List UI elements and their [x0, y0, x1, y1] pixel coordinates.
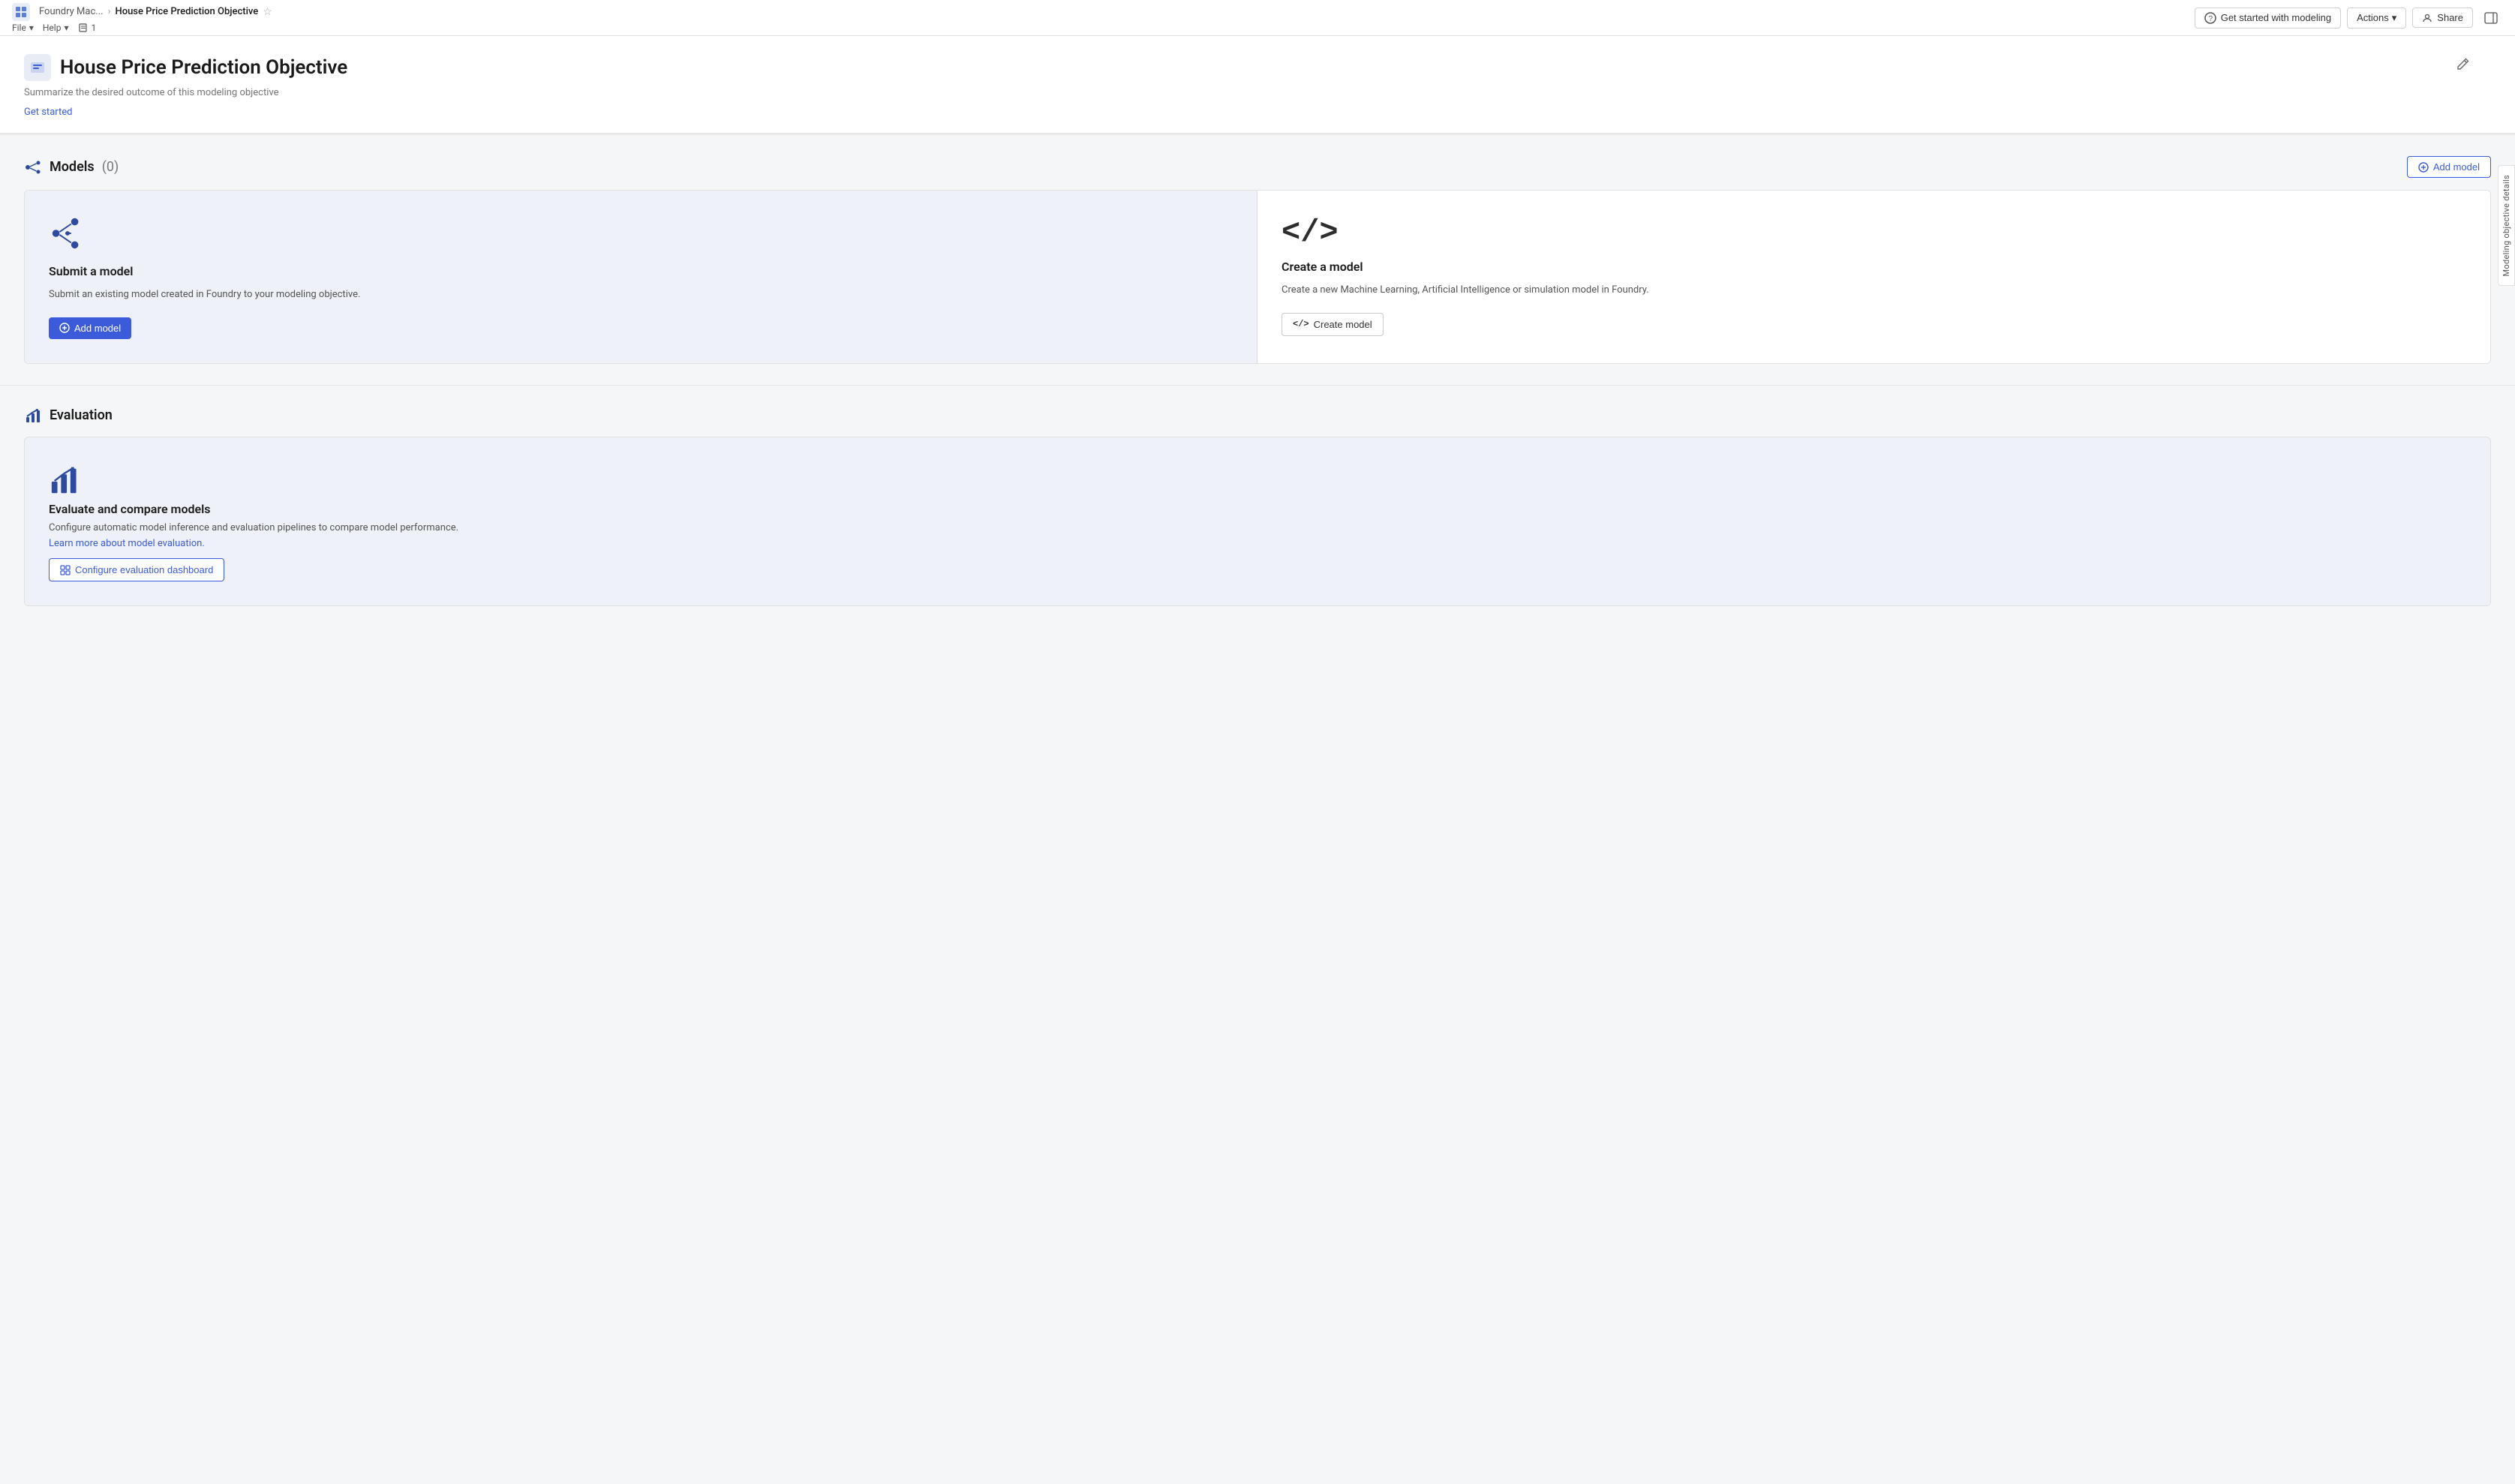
page-header: House Price Prediction Objective Summari… — [0, 36, 2515, 135]
models-section-header: Models (0) Add model — [24, 156, 2491, 178]
submit-model-title: Submit a model — [49, 264, 1233, 278]
top-bar: Foundry Mac... › House Price Prediction … — [0, 0, 2515, 36]
get-started-link[interactable]: Get started — [24, 107, 72, 118]
file-chevron-icon: ▾ — [29, 23, 34, 33]
panel-icon — [2484, 11, 2498, 25]
eval-card-title: Evaluate and compare models — [49, 502, 2466, 516]
create-model-icon: </> — [1282, 215, 2466, 251]
plus-circle-icon — [2418, 162, 2429, 173]
side-panel-tab-label: Modeling objective details — [2501, 175, 2511, 276]
submit-model-desc: Submit an existing model created in Foun… — [49, 287, 1233, 302]
pencil-icon — [2456, 57, 2470, 71]
configure-dashboard-button[interactable]: Configure evaluation dashboard — [49, 558, 224, 581]
code-tag-icon: </> — [1282, 215, 1339, 251]
panel-toggle-button[interactable] — [2479, 6, 2503, 30]
create-model-title: Create a model — [1282, 260, 2466, 274]
version-badge[interactable]: 1 — [78, 23, 97, 33]
evaluation-section-header: Evaluation — [24, 407, 2491, 425]
evaluation-icon — [24, 407, 42, 425]
add-icon — [59, 323, 70, 333]
configure-icon — [60, 565, 71, 575]
evaluation-title: Evaluation — [24, 407, 113, 425]
create-model-desc: Create a new Machine Learning, Artificia… — [1282, 283, 2466, 298]
evaluation-card: Evaluate and compare models Configure au… — [24, 437, 2491, 607]
question-circle-icon: ? — [2204, 12, 2216, 24]
pages-icon — [78, 23, 89, 33]
get-started-button[interactable]: ? Get started with modeling — [2195, 8, 2341, 29]
models-cards: Submit a model Submit an existing model … — [24, 190, 2491, 364]
breadcrumb-current: House Price Prediction Objective — [115, 6, 258, 17]
sub-bar: File ▾ Help ▾ 1 — [12, 23, 272, 33]
page-title: House Price Prediction Objective — [60, 56, 347, 79]
side-panel-tab[interactable]: Modeling objective details — [2498, 165, 2515, 286]
breadcrumb-separator: › — [108, 6, 111, 17]
svg-text:?: ? — [2208, 15, 2213, 23]
add-model-header-button[interactable]: Add model — [2407, 156, 2491, 178]
evaluation-section: Evaluation Evaluate and compare models C… — [0, 385, 2515, 628]
top-bar-right: ? Get started with modeling Actions ▾ Sh… — [2195, 6, 2503, 30]
create-code-icon: </> — [1293, 319, 1309, 329]
breadcrumb: Foundry Mac... › House Price Prediction … — [12, 3, 272, 21]
share-user-icon — [2422, 13, 2432, 23]
models-count: (0) — [102, 159, 119, 175]
star-icon[interactable]: ☆ — [263, 6, 272, 18]
help-menu[interactable]: Help ▾ — [43, 23, 69, 33]
models-title: Models (0) — [24, 158, 119, 176]
create-model-card: </> Create a model Create a new Machine … — [1258, 191, 2490, 363]
actions-chevron-icon: ▾ — [2392, 12, 2397, 24]
add-model-button[interactable]: Add model — [49, 317, 131, 339]
page-title-icon — [24, 54, 51, 81]
file-menu[interactable]: File ▾ — [12, 23, 34, 33]
eval-card-desc: Configure automatic model inference and … — [49, 521, 2466, 536]
create-model-button[interactable]: </> Create model — [1282, 313, 1384, 336]
app-icon — [12, 3, 30, 21]
page-subtitle: Summarize the desired outcome of this mo… — [24, 87, 2491, 98]
learn-more-link[interactable]: Learn more about model evaluation. — [49, 538, 2466, 549]
submit-model-icon — [49, 215, 1233, 255]
submit-model-card: Submit a model Submit an existing model … — [25, 191, 1258, 363]
models-icon — [24, 158, 42, 176]
models-section: Models (0) Add model — [0, 135, 2515, 385]
share-button[interactable]: Share — [2412, 8, 2473, 28]
edit-button[interactable] — [2456, 57, 2470, 71]
actions-button[interactable]: Actions ▾ — [2347, 8, 2406, 29]
eval-icon — [49, 461, 2466, 502]
breadcrumb-parent[interactable]: Foundry Mac... — [39, 6, 104, 17]
help-chevron-icon: ▾ — [64, 23, 68, 33]
